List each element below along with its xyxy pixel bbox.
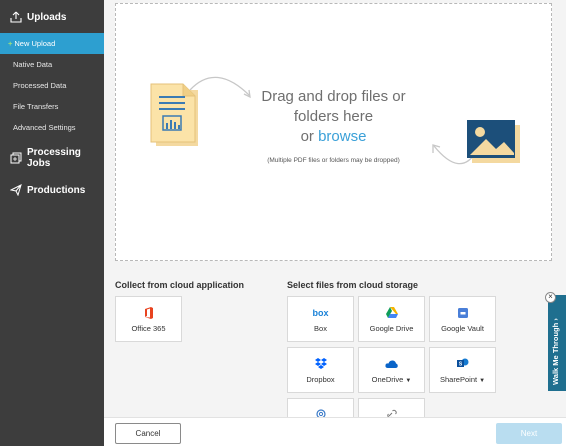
upload-icon	[10, 11, 22, 23]
box-tile[interactable]: box Box	[287, 296, 354, 342]
office365-icon	[142, 306, 156, 320]
sidebar-item-processed-data[interactable]: Processed Data	[0, 75, 104, 96]
sidebar-item-label: Native Data	[13, 60, 53, 69]
cloud-storage-title: Select files from cloud storage	[287, 280, 419, 290]
send-icon	[10, 184, 22, 196]
sidebar-item-advanced-settings[interactable]: Advanced Settings	[0, 117, 104, 138]
tile-label: Box	[314, 323, 327, 333]
app-root: Uploads + New Upload Native Data Processe…	[0, 0, 566, 446]
sharepoint-icon: S	[456, 357, 470, 371]
onedrive-icon	[385, 357, 399, 371]
sidebar-item-label: New Upload	[14, 39, 56, 48]
google-drive-tile[interactable]: Google Drive	[358, 296, 425, 342]
caret-down-icon: ▼	[479, 377, 486, 384]
box-logo-text: box	[312, 307, 329, 318]
onedrive-dropdown: OneDrive ▼	[372, 375, 412, 384]
drop-or: or	[300, 128, 314, 145]
walk-me-text: Walk Me Through	[551, 322, 560, 385]
nav-productions[interactable]: Productions	[0, 174, 104, 206]
walk-me-through-label: Walk Me Through ›	[551, 295, 560, 385]
plus-icon: +	[8, 39, 13, 48]
google-drive-icon	[385, 306, 399, 320]
nav-uploads-label: Uploads	[27, 11, 67, 23]
main-content: Drag and drop files or folders here or b…	[104, 0, 566, 446]
chevron-right-icon: ›	[551, 318, 560, 321]
walk-me-through-tab[interactable]: Walk Me Through ›	[548, 295, 566, 391]
sidebar-item-native-data[interactable]: Native Data	[0, 54, 104, 75]
dropbox-tile[interactable]: Dropbox	[287, 347, 354, 393]
tile-label: Dropbox	[306, 374, 335, 384]
next-button[interactable]: Next	[496, 423, 562, 444]
sidebar-item-new-upload[interactable]: + New Upload	[0, 33, 104, 54]
sidebar-item-label: Processed Data	[13, 81, 67, 90]
nav-processing-jobs[interactable]: Processing Jobs	[0, 142, 104, 174]
sidebar-item-file-transfers[interactable]: File Transfers	[0, 96, 104, 117]
nav-productions-label: Productions	[27, 184, 86, 196]
close-icon[interactable]: ×	[545, 292, 556, 303]
browse-link[interactable]: browse	[318, 128, 366, 145]
tile-label: Google Drive	[369, 323, 414, 333]
google-vault-icon	[456, 306, 470, 320]
footer-bar: Cancel Next	[104, 417, 566, 446]
drop-line-1: Drag and drop files or	[261, 88, 406, 105]
nav-processing-jobs-label: Processing Jobs	[27, 147, 81, 169]
sidebar-item-label: Advanced Settings	[13, 123, 76, 132]
office365-tile[interactable]: Office 365	[115, 296, 182, 342]
caret-down-icon: ▼	[405, 377, 412, 384]
image-icon	[467, 120, 520, 163]
box-icon: box	[312, 306, 329, 320]
google-vault-tile[interactable]: Google Vault	[429, 296, 496, 342]
sidebar: Uploads + New Upload Native Data Processe…	[0, 0, 104, 446]
tile-label: SharePoint	[439, 374, 478, 384]
tile-label: OneDrive	[371, 374, 404, 384]
file-drop-zone[interactable]: Drag and drop files or folders here or b…	[115, 3, 552, 261]
sidebar-item-label: File Transfers	[13, 102, 59, 111]
dropbox-icon	[314, 357, 328, 371]
sharepoint-dropdown: SharePoint ▼	[440, 375, 485, 384]
tile-label: Office 365	[131, 323, 166, 333]
onedrive-tile[interactable]: OneDrive ▼	[358, 347, 425, 393]
processing-jobs-icon	[10, 152, 22, 164]
cancel-button[interactable]: Cancel	[115, 423, 181, 444]
sharepoint-tile[interactable]: S SharePoint ▼	[429, 347, 496, 393]
nav-uploads[interactable]: Uploads	[0, 1, 104, 33]
cloud-app-title: Collect from cloud application	[115, 280, 245, 290]
tile-label: Google Vault	[441, 323, 484, 333]
